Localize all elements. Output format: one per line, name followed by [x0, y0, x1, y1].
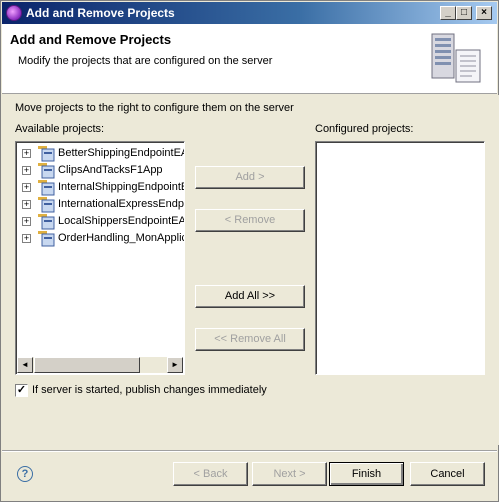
finish-button[interactable]: Finish	[329, 462, 404, 486]
title-bar[interactable]: Add and Remove Projects _ □ ×	[2, 2, 497, 24]
expand-plus-icon[interactable]: +	[22, 217, 31, 226]
configured-projects-list[interactable]	[315, 141, 485, 375]
cancel-button[interactable]: Cancel	[410, 462, 485, 486]
instruction-text: Move projects to the right to configure …	[15, 102, 294, 114]
ear-project-icon	[38, 214, 55, 230]
wizard-header: Add and Remove Projects Modify the proje…	[2, 24, 497, 94]
remove-all-button[interactable]: << Remove All	[195, 328, 305, 351]
footer-separator	[2, 450, 497, 452]
back-button[interactable]: < Back	[173, 462, 248, 486]
wizard-content: Move projects to the right to configure …	[1, 95, 499, 445]
ear-project-icon	[38, 231, 55, 247]
window-title: Add and Remove Projects	[26, 6, 175, 20]
project-label: InternalShippingEndpointEAR	[58, 181, 184, 193]
expand-plus-icon[interactable]: +	[22, 166, 31, 175]
minimize-button[interactable]: _	[440, 6, 456, 20]
help-icon[interactable]: ?	[17, 466, 33, 482]
close-button[interactable]: ×	[476, 6, 492, 20]
configured-projects-label: Configured projects:	[315, 123, 414, 135]
expand-plus-icon[interactable]: +	[22, 149, 31, 158]
project-label: BetterShippingEndpointEAR	[58, 147, 185, 159]
maximize-button[interactable]: □	[456, 6, 472, 20]
project-label: InternationalExpressEndpointEAR	[58, 198, 184, 210]
ear-project-icon	[38, 146, 55, 162]
available-projects-tree[interactable]: + BetterShippingEndpointEAR + ClipsAndTa…	[15, 141, 185, 375]
add-all-button[interactable]: Add All >>	[195, 285, 305, 308]
scroll-right-icon[interactable]: ►	[167, 357, 183, 373]
publish-checkbox-label[interactable]: If server is started, publish changes im…	[32, 384, 267, 396]
publish-checkbox[interactable]: ✓	[15, 384, 28, 397]
ear-project-icon	[38, 197, 55, 213]
add-button[interactable]: Add >	[195, 166, 305, 189]
horizontal-scrollbar[interactable]: ◄ ►	[17, 357, 183, 373]
scroll-left-icon[interactable]: ◄	[17, 357, 33, 373]
page-title: Add and Remove Projects	[10, 32, 172, 47]
remove-button[interactable]: < Remove	[195, 209, 305, 232]
ear-project-icon	[38, 180, 55, 196]
expand-plus-icon[interactable]: +	[22, 234, 31, 243]
server-banner-icon	[431, 33, 481, 83]
page-description: Modify the projects that are configured …	[18, 55, 273, 67]
project-label: OrderHandling_MonApplication	[58, 232, 184, 244]
app-globe-icon	[6, 5, 22, 21]
scrollbar-thumb[interactable]	[34, 357, 140, 373]
expand-plus-icon[interactable]: +	[22, 183, 31, 192]
ear-project-icon	[38, 163, 55, 179]
project-label: LocalShippersEndpointEAR	[58, 215, 185, 227]
next-button[interactable]: Next >	[252, 462, 327, 486]
expand-plus-icon[interactable]: +	[22, 200, 31, 209]
add-remove-projects-dialog: Add and Remove Projects _ □ × Add and Re…	[0, 0, 499, 502]
available-projects-label: Available projects:	[15, 123, 105, 135]
project-label: ClipsAndTacksF1App	[58, 164, 163, 176]
